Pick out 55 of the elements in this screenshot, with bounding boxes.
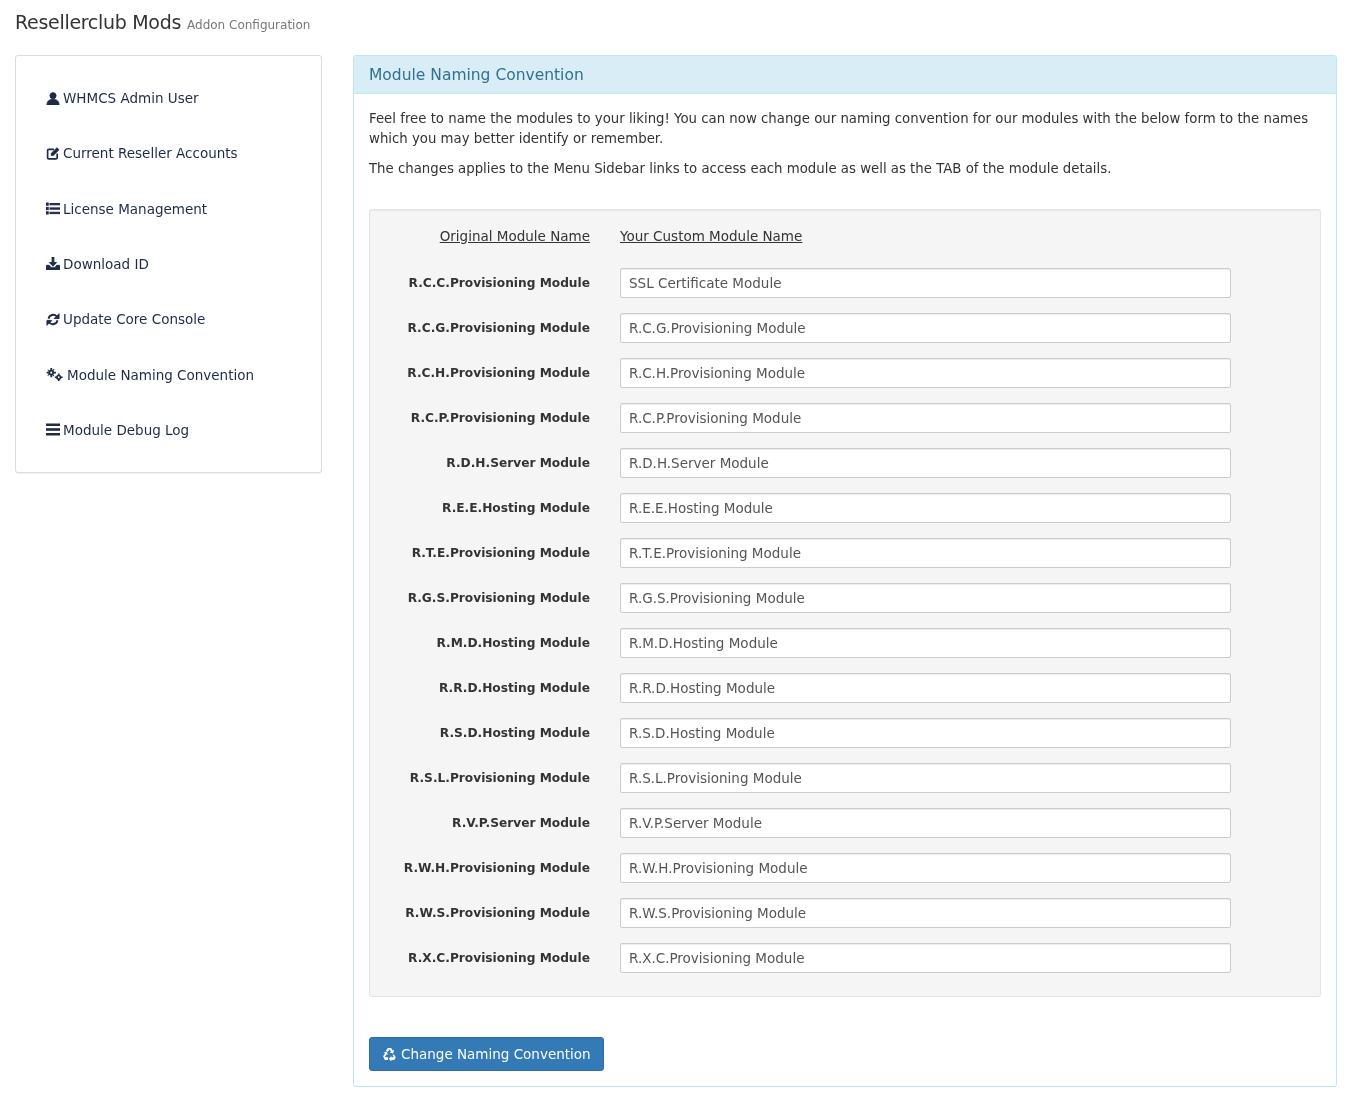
column-header: Your Custom Module Name [620, 228, 803, 244]
module-label: R.C.C.Provisioning Module [408, 276, 590, 290]
sidebar-link[interactable]: Module Naming Convention [46, 364, 255, 385]
module-name-field[interactable]: R.C.H.Provisioning Module [620, 358, 1231, 388]
module-name-field[interactable]: R.M.D.Hosting Module [620, 628, 1231, 658]
module-name-field[interactable]: R.W.S.Provisioning Module [620, 898, 1231, 928]
module-name-field[interactable]: R.D.H.Server Module [620, 448, 1231, 478]
column-header: Original Module Name [439, 228, 590, 244]
module-label: R.S.L.Provisioning Module [409, 771, 590, 785]
module-name-field[interactable]: R.E.E.Hosting Module [620, 493, 1231, 523]
module-name-field[interactable]: R.C.P.Provisioning Module [620, 403, 1231, 433]
module-name-field[interactable]: SSL Certificate Module [620, 268, 1231, 298]
description-text: Feel free to name the modules to your liking! You can now change our naming convention for our modules with the below form to the names which you may better identify or remember. [369, 110, 1310, 148]
sidebar-link[interactable]: Current Reseller Accounts [46, 143, 238, 164]
gears-icon [46, 368, 64, 382]
panel-title: Module Naming Convention [369, 65, 584, 84]
module-name-field[interactable]: R.X.C.Provisioning Module [620, 943, 1231, 973]
sidebar-link[interactable]: Module Debug Log [46, 419, 190, 440]
module-name-field[interactable]: R.W.H.Provisioning Module [620, 853, 1231, 883]
sidebar-link[interactable]: WHMCS Admin User [46, 88, 199, 108]
module-label: R.X.C.Provisioning Module [408, 951, 590, 965]
module-label: R.C.G.Provisioning Module [407, 321, 590, 335]
module-name-field[interactable]: R.G.S.Provisioning Module [620, 583, 1231, 613]
module-label: R.M.D.Hosting Module [436, 636, 590, 650]
module-label: R.G.S.Provisioning Module [407, 591, 590, 605]
sidebar-link[interactable]: Download ID [46, 254, 149, 274]
module-label: R.R.D.Hosting Module [438, 681, 590, 695]
menu-icon [46, 423, 60, 437]
module-name-field[interactable]: R.S.L.Provisioning Module [620, 763, 1231, 793]
module-label: R.C.P.Provisioning Module [410, 411, 590, 425]
module-label: R.S.D.Hosting Module [439, 726, 590, 740]
module-name-field[interactable]: R.C.G.Provisioning Module [620, 313, 1231, 343]
page-title: Resellerclub Mods [15, 11, 181, 33]
download-icon [46, 257, 60, 271]
edit-icon [46, 146, 60, 160]
module-name-field[interactable]: R.R.D.Hosting Module [620, 673, 1231, 703]
refresh-icon [46, 312, 60, 326]
recycle-icon [382, 1047, 397, 1061]
module-label: R.W.S.Provisioning Module [405, 906, 590, 920]
module-name-field[interactable]: R.S.D.Hosting Module [620, 718, 1231, 748]
description-text: The changes applies to the Menu Sidebar links to access each module as well as the TAB of the module details. [369, 160, 1113, 178]
module-name-field[interactable]: R.V.P.Server Module [620, 808, 1231, 838]
sidebar-link[interactable]: Update Core Console [46, 309, 206, 330]
module-label: R.E.E.Hosting Module [442, 501, 590, 515]
module-label: R.D.H.Server Module [446, 456, 590, 470]
sidebar-link[interactable]: License Management [46, 198, 208, 219]
page-subtitle: Addon Configuration [187, 18, 311, 32]
module-label: R.C.H.Provisioning Module [407, 366, 590, 380]
module-name-field[interactable]: R.T.E.Provisioning Module [620, 538, 1231, 568]
list-icon [46, 202, 60, 216]
module-label: R.W.H.Provisioning Module [403, 861, 590, 875]
module-label: R.T.E.Provisioning Module [411, 546, 590, 560]
user-icon [46, 91, 60, 105]
change-naming-button[interactable]: Change Naming Convention [369, 1037, 604, 1071]
module-label: R.V.P.Server Module [452, 816, 590, 830]
